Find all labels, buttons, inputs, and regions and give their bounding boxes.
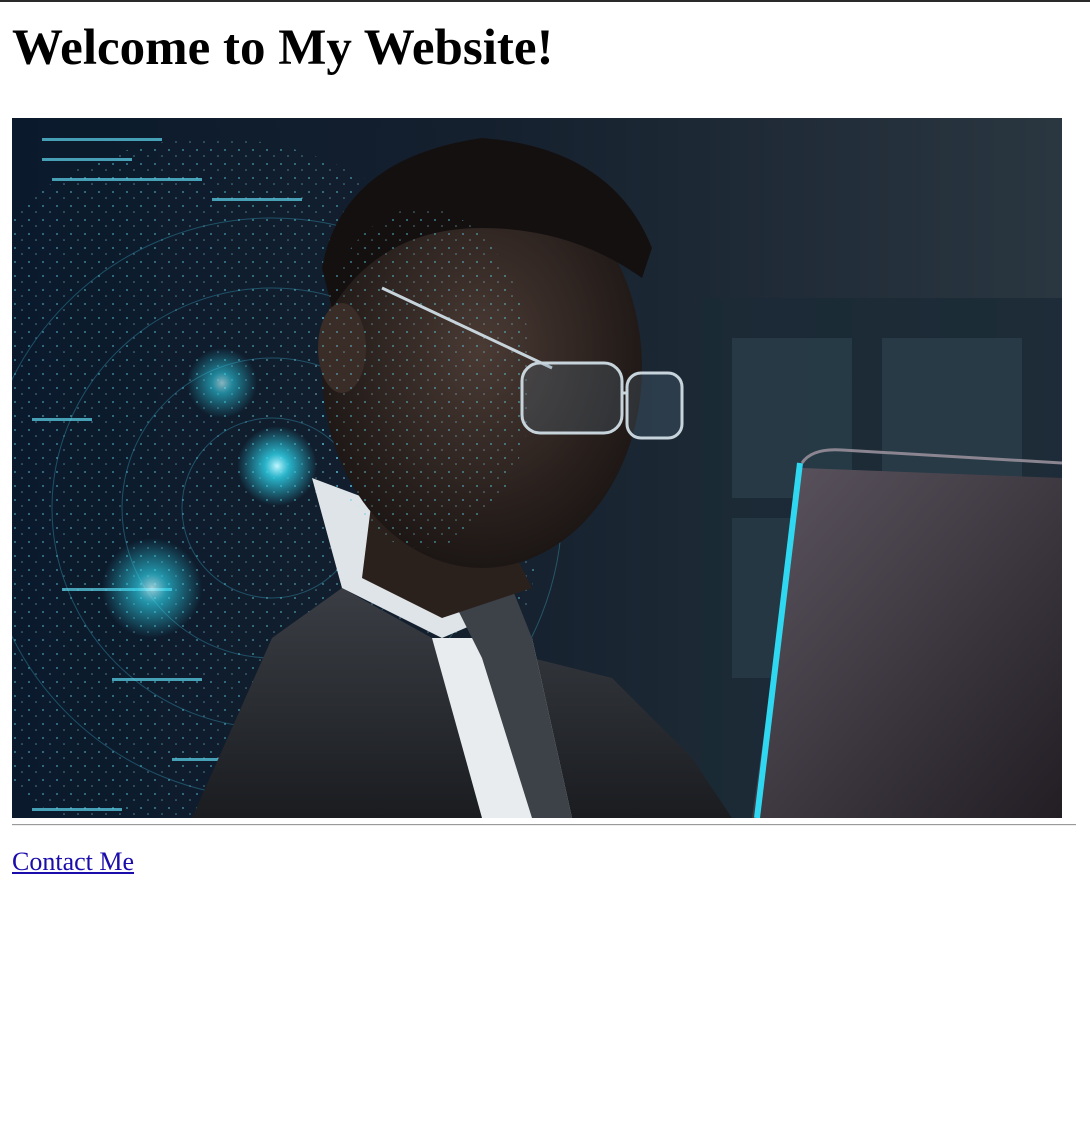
contact-me-link[interactable]: Contact Me xyxy=(12,846,134,878)
page-title: Welcome to My Website! xyxy=(12,20,554,76)
window-top-border xyxy=(0,0,1090,2)
section-divider xyxy=(12,824,1076,826)
hero-illustration xyxy=(12,118,1062,818)
hero-image xyxy=(12,118,1062,818)
